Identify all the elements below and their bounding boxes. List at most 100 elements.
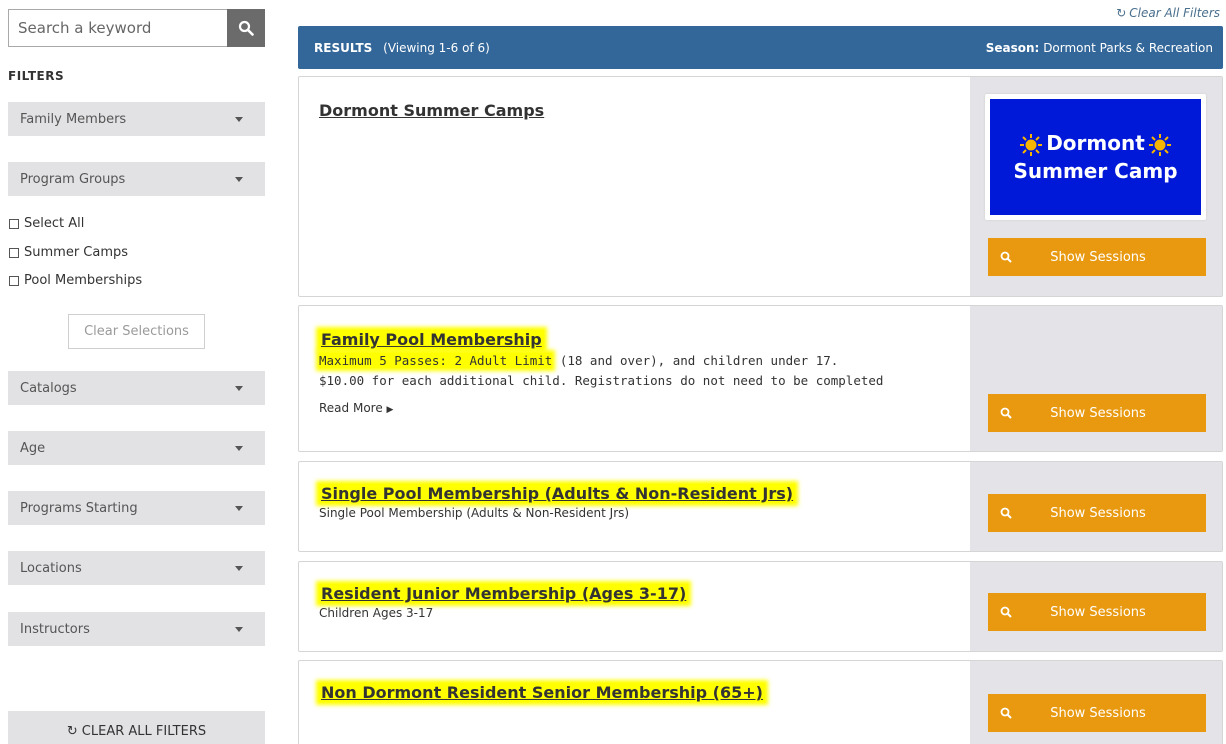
caret-down-icon: [235, 116, 243, 122]
clear-all-filters-label: CLEAR ALL FILTERS: [81, 723, 207, 739]
triangle-right-icon: ▶: [386, 405, 394, 415]
program-actions: Show Sessions: [970, 562, 1222, 651]
dropdown-label: Family Members: [20, 111, 127, 127]
magnifier-icon: [988, 606, 1024, 618]
checkbox[interactable]: [9, 247, 19, 258]
program-content: Dormont Summer Camps: [319, 101, 962, 120]
filters-heading: FILTERS: [8, 69, 65, 83]
checkbox-label: Summer Camps: [24, 245, 129, 260]
season-value: Dormont Parks & Recreation: [1043, 40, 1213, 55]
caret-down-icon: [235, 505, 243, 511]
show-sessions-button[interactable]: Show Sessions: [988, 494, 1206, 532]
clear-all-filters-link[interactable]: ↻ Clear All Filters: [1116, 6, 1220, 20]
dropdown-label: Program Groups: [20, 171, 126, 187]
programs-starting-dropdown[interactable]: Programs Starting: [8, 491, 265, 525]
caret-down-icon: [235, 565, 243, 571]
program-description: Maximum 5 Passes: 2 Adult Limit (18 and …: [319, 351, 962, 391]
magnifier-icon: [988, 251, 1024, 263]
clear-all-filters-button[interactable]: ↻ CLEAR ALL FILTERS: [8, 711, 265, 744]
show-sessions-button[interactable]: Show Sessions: [988, 694, 1206, 732]
show-sessions-label: Show Sessions: [1050, 505, 1146, 521]
dropdown-label: Programs Starting: [20, 500, 138, 516]
program-actions: Show Sessions: [970, 462, 1222, 551]
program-description: Children Ages 3-17: [319, 606, 434, 620]
program-card: Family Pool Membership Maximum 5 Passes:…: [298, 305, 1223, 452]
program-title[interactable]: Family Pool Membership: [319, 330, 544, 349]
read-more-label: Read More: [319, 401, 383, 415]
show-sessions-label: Show Sessions: [1050, 705, 1146, 721]
read-more-link[interactable]: Read More ▶: [319, 401, 393, 415]
program-description-line2: $10.00 for each additional child. Regist…: [319, 373, 884, 388]
program-content: Resident Junior Membership (Ages 3-17) C…: [319, 584, 962, 620]
caret-down-icon: [235, 626, 243, 632]
camp-logo-line1-wrap: Dormont: [1016, 129, 1175, 157]
results-summary: RESULTS (Viewing 1-6 of 6): [314, 41, 490, 55]
magnifier-icon: [988, 407, 1024, 419]
search-button[interactable]: [227, 9, 265, 47]
program-description: Single Pool Membership (Adults & Non-Res…: [319, 506, 630, 520]
family-members-dropdown[interactable]: Family Members: [8, 102, 265, 136]
dropdown-label: Catalogs: [20, 380, 77, 396]
checkbox-row-select-all[interactable]: Select All: [9, 216, 84, 231]
age-dropdown[interactable]: Age: [8, 431, 265, 465]
checkbox-row-summer-camps[interactable]: Summer Camps: [9, 245, 128, 260]
show-sessions-button[interactable]: Show Sessions: [988, 394, 1206, 432]
caret-down-icon: [235, 445, 243, 451]
magnifier-icon: [988, 507, 1024, 519]
caret-down-icon: [235, 176, 243, 182]
checkbox[interactable]: [9, 218, 19, 229]
camp-logo-line2: Summer Camp: [1013, 159, 1178, 183]
refresh-icon: ↻: [66, 723, 78, 739]
program-title[interactable]: Resident Junior Membership (Ages 3-17): [319, 584, 689, 603]
season-label: Season:: [985, 40, 1040, 55]
program-card: Single Pool Membership (Adults & Non-Res…: [298, 461, 1223, 552]
checkbox-label: Select All: [24, 216, 85, 231]
program-title[interactable]: Dormont Summer Camps: [319, 101, 544, 120]
locations-dropdown[interactable]: Locations: [8, 551, 265, 585]
results-bar: RESULTS (Viewing 1-6 of 6) Season: Dormo…: [298, 26, 1223, 69]
camp-logo-image: Dormont Summer Camp: [985, 94, 1206, 220]
instructors-dropdown[interactable]: Instructors: [8, 612, 265, 646]
show-sessions-label: Show Sessions: [1050, 249, 1146, 265]
show-sessions-label: Show Sessions: [1050, 405, 1146, 421]
sun-icon: [1020, 133, 1043, 156]
caret-down-icon: [235, 385, 243, 391]
magnifier-icon: [988, 707, 1024, 719]
season-info: Season: Dormont Parks & Recreation: [986, 41, 1213, 55]
dropdown-label: Instructors: [20, 621, 90, 637]
checkbox-row-pool-memberships[interactable]: Pool Memberships: [9, 273, 142, 288]
results-label: RESULTS: [314, 40, 373, 55]
program-card: Resident Junior Membership (Ages 3-17) C…: [298, 561, 1223, 652]
program-description-rest: (18 and over), and children under 17.: [552, 353, 839, 368]
program-actions: Dormont Summer Camp Show Sessions: [970, 77, 1222, 296]
clear-selections-button[interactable]: Clear Selections: [68, 314, 205, 349]
program-actions: Show Sessions: [970, 306, 1222, 451]
results-count: (Viewing 1-6 of 6): [383, 40, 490, 55]
program-content: Single Pool Membership (Adults & Non-Res…: [319, 484, 962, 520]
program-card: Dormont Summer Camps Dormont Summer Camp…: [298, 76, 1223, 297]
show-sessions-button[interactable]: Show Sessions: [988, 238, 1206, 276]
program-card: Non Dormont Resident Senior Membership (…: [298, 660, 1223, 744]
program-actions: Show Sessions: [970, 661, 1222, 744]
program-content: Non Dormont Resident Senior Membership (…: [319, 683, 962, 702]
search-box: [8, 9, 265, 47]
program-title[interactable]: Single Pool Membership (Adults & Non-Res…: [319, 484, 796, 503]
sun-icon: [1148, 133, 1171, 156]
show-sessions-button[interactable]: Show Sessions: [988, 593, 1206, 631]
search-icon: [238, 20, 254, 36]
camp-logo-line1: Dormont: [1046, 131, 1145, 155]
program-description-highlight: Maximum 5 Passes: 2 Adult Limit: [319, 353, 553, 368]
checkbox-label: Pool Memberships: [24, 273, 143, 288]
refresh-icon: ↻: [1116, 6, 1127, 20]
checkbox[interactable]: [9, 275, 19, 286]
dropdown-label: Locations: [20, 560, 82, 576]
dropdown-label: Age: [20, 440, 46, 456]
show-sessions-label: Show Sessions: [1050, 604, 1146, 620]
program-groups-dropdown[interactable]: Program Groups: [8, 162, 265, 196]
program-content: Family Pool Membership Maximum 5 Passes:…: [319, 330, 962, 416]
program-title[interactable]: Non Dormont Resident Senior Membership (…: [319, 683, 765, 702]
camp-logo-inner: Dormont Summer Camp: [990, 99, 1201, 215]
clear-all-filters-link-label: Clear All Filters: [1129, 6, 1220, 20]
search-input[interactable]: [9, 10, 227, 46]
catalogs-dropdown[interactable]: Catalogs: [8, 371, 265, 405]
